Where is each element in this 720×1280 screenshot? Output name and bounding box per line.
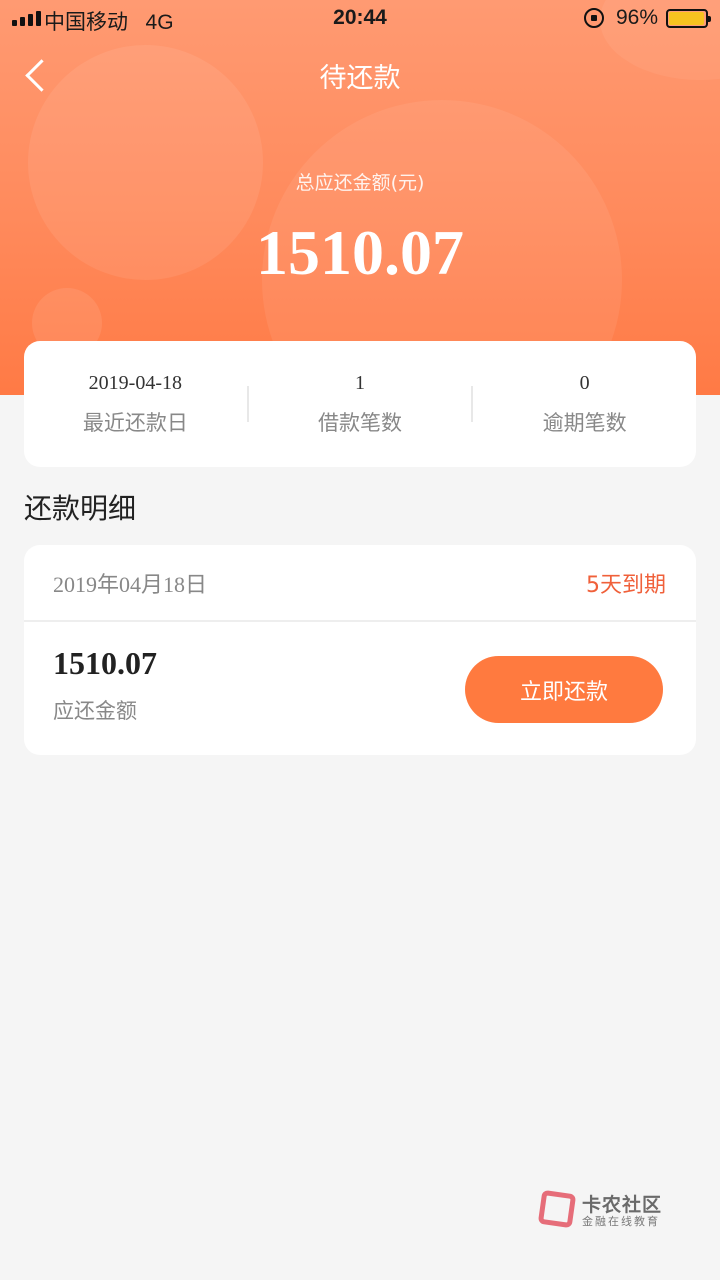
repayment-detail-card[interactable]: 2019年04月18日 5天到期 1510.07 应还金额 立即还款 <box>24 545 696 755</box>
due-amount-value: 1510.07 <box>53 645 157 681</box>
summary-label: 逾期笔数 <box>542 410 627 435</box>
page-title: 待还款 <box>319 63 401 94</box>
summary-card: 2019-04-18 最近还款日 1 借款笔数 0 逾期笔数 <box>24 341 696 467</box>
due-amount-label: 应还金额 <box>53 699 137 723</box>
status-time: 20:44 <box>333 6 387 29</box>
watermark-subtitle: 金融在线教育 <box>582 1215 660 1228</box>
summary-value: 0 <box>579 371 590 394</box>
summary-label: 借款笔数 <box>318 410 402 435</box>
total-amount-label: 总应还金额(元) <box>295 172 425 194</box>
detail-header: 2019年04月18日 5天到期 <box>24 545 696 622</box>
status-bar: 中国移动 4G 20:44 96% <box>0 0 720 38</box>
header-banner: 中国移动 4G 20:44 96% 待还款 总应还金额(元) 1510.07 <box>0 0 720 395</box>
repay-now-button[interactable]: 立即还款 <box>465 656 663 723</box>
summary-value: 1 <box>355 371 365 394</box>
summary-loan-count: 1 借款笔数 <box>249 372 472 437</box>
summary-label: 最近还款日 <box>82 410 188 435</box>
summary-latest-date: 2019-04-18 最近还款日 <box>24 372 247 437</box>
kanong-logo-icon <box>537 1189 577 1229</box>
rotation-lock-icon <box>584 8 604 28</box>
due-status-badge: 5天到期 <box>586 573 666 598</box>
summary-value: 2019-04-18 <box>88 371 182 394</box>
due-date: 2019年04月18日 <box>53 572 208 597</box>
section-title: 还款明细 <box>24 492 137 525</box>
total-amount-value: 1510.07 <box>256 217 464 288</box>
watermark: 卡农社区 金融在线教育 <box>537 1189 710 1232</box>
battery-icon <box>666 9 711 28</box>
battery-percent: 96% <box>616 6 659 29</box>
summary-overdue-count: 0 逾期笔数 <box>473 372 696 437</box>
